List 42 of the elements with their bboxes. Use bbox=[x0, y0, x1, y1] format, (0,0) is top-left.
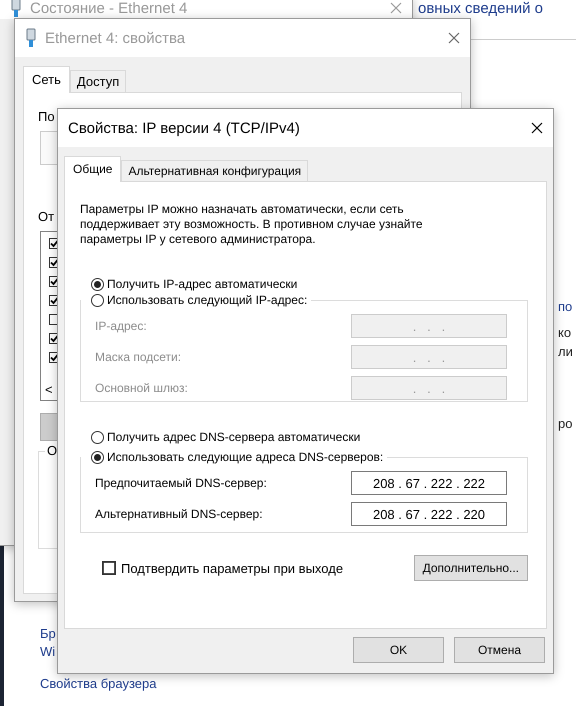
label: По bbox=[38, 109, 55, 124]
ok-button[interactable]: OK bbox=[353, 637, 444, 663]
link[interactable]: Бр bbox=[40, 626, 56, 641]
text: ро bbox=[558, 416, 572, 431]
radio-button[interactable]: Получить IP-адрес автоматически bbox=[91, 277, 528, 291]
link[interactable]: Wi bbox=[40, 644, 56, 659]
scroll-arrow[interactable]: < bbox=[45, 382, 53, 397]
network-cable-icon bbox=[25, 28, 37, 48]
page-heading: овных сведений о bbox=[418, 0, 544, 17]
tab[interactable]: Сеть bbox=[23, 66, 70, 93]
description: Параметры IP можно назначать автоматически, если сеть поддерживает эту возможность. В противном случае узнайте параметры IP у сетевого администратора. bbox=[80, 202, 424, 247]
ip-address-field[interactable]: 208 . 67 . 222 . 220 bbox=[351, 502, 507, 526]
radio-icon[interactable] bbox=[91, 430, 104, 444]
radio-button[interactable]: Получить адрес DNS-сервера автоматически bbox=[91, 430, 528, 444]
tab[interactable]: Альтернативная конфигурация bbox=[121, 160, 308, 181]
radio-icon[interactable] bbox=[91, 278, 104, 290]
field-label: Альтернативный DNS-сервер: bbox=[95, 507, 263, 521]
window-title: Состояние - Ethernet 4 bbox=[30, 0, 188, 16]
field-label: Маска подсети: bbox=[95, 350, 182, 364]
link[interactable]: Свойства браузера bbox=[40, 676, 156, 691]
window-title: Ethernet 4: свойства bbox=[45, 30, 186, 46]
tab[interactable]: Доступ bbox=[70, 70, 126, 92]
checkbox-icon[interactable] bbox=[102, 561, 116, 575]
label: От bbox=[38, 209, 54, 224]
field-label: Основной шлюз: bbox=[95, 381, 188, 395]
field-label: Предпочитаемый DNS-сервер: bbox=[95, 476, 267, 490]
radio-icon[interactable] bbox=[91, 450, 104, 464]
field-label: IP-адрес: bbox=[95, 319, 147, 333]
radio-button[interactable]: Использовать следующий IP-адрес: bbox=[91, 293, 308, 307]
ip-address-field[interactable]: 208 . 67 . 222 . 222 bbox=[351, 471, 507, 495]
text: ко bbox=[558, 325, 572, 340]
checkbox[interactable]: Подтвердить параметры при выходе bbox=[102, 560, 344, 576]
cancel-button[interactable]: Отмена bbox=[454, 637, 545, 663]
radio-icon[interactable] bbox=[91, 294, 104, 306]
radio-button[interactable]: Использовать следующие адреса DNS-серверов: bbox=[91, 450, 384, 464]
text: ли bbox=[558, 344, 573, 359]
link[interactable]: по bbox=[558, 299, 572, 314]
close-icon[interactable] bbox=[531, 122, 543, 134]
tab[interactable]: Общие bbox=[64, 156, 122, 182]
advanced-button[interactable]: Дополнительно... bbox=[414, 555, 528, 581]
network-cable-icon bbox=[10, 0, 22, 18]
window-title: Свойства: IP версии 4 (TCP/IPv4) bbox=[68, 120, 301, 136]
